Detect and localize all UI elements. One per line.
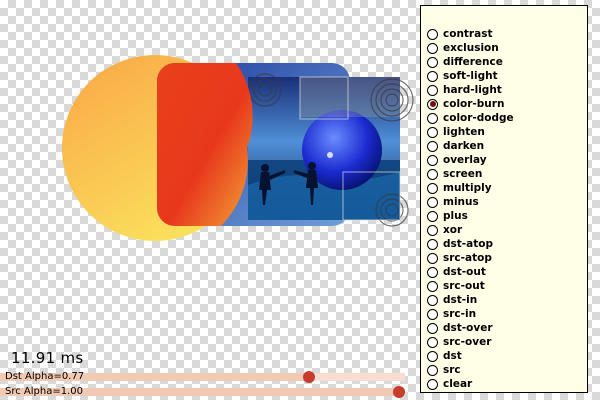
radio-button-icon[interactable] (427, 294, 438, 306)
mode-option-label: exclusion (443, 42, 499, 54)
radio-button-icon[interactable] (427, 154, 438, 166)
compositing-canvas (62, 55, 414, 241)
mode-option-dst[interactable]: dst (421, 349, 587, 363)
radio-button-icon[interactable] (427, 252, 438, 264)
mode-option-dst-out[interactable]: dst-out (421, 265, 587, 279)
radio-button-icon[interactable] (427, 140, 438, 152)
mode-option-overlay[interactable]: overlay (421, 153, 587, 167)
mode-option-label: xor (443, 224, 463, 236)
mode-option-label: src-out (443, 280, 485, 292)
mode-option-soft-light[interactable]: soft-light (421, 69, 587, 83)
radio-button-icon[interactable] (427, 28, 438, 40)
mode-option-label: src-atop (443, 252, 492, 264)
mode-option-label: dst-in (443, 294, 478, 306)
mode-option-dst-atop[interactable]: dst-atop (421, 237, 587, 251)
dst-alpha-handle[interactable] (302, 371, 315, 383)
mode-option-label: lighten (443, 126, 485, 138)
radio-button-icon[interactable] (427, 84, 438, 96)
mode-option-label: hard-light (443, 84, 502, 96)
burn-overlap (157, 63, 253, 226)
mode-option-label: contrast (443, 28, 493, 40)
mode-option-label: color-dodge (443, 112, 514, 124)
mode-option-darken[interactable]: darken (421, 139, 587, 153)
mode-option-dst-over[interactable]: dst-over (421, 321, 587, 335)
radio-button-icon[interactable] (427, 350, 438, 362)
mode-option-src[interactable]: src (421, 363, 587, 377)
mode-option-label: clear (443, 378, 473, 390)
radio-button-icon[interactable] (427, 98, 438, 110)
mode-option-label: multiply (443, 182, 492, 194)
mode-option-label: src-over (443, 336, 492, 348)
mode-option-dst-in[interactable]: dst-in (421, 293, 587, 307)
mode-option-exclusion[interactable]: exclusion (421, 41, 587, 55)
frame-time-readout: 11.91 ms (11, 349, 84, 367)
mode-option-label: overlay (443, 154, 487, 166)
mode-option-minus[interactable]: minus (421, 195, 587, 209)
mode-option-label: minus (443, 196, 479, 208)
mode-option-color-dodge[interactable]: color-dodge (421, 111, 587, 125)
mode-option-label: dst (443, 350, 462, 362)
radio-button-icon[interactable] (427, 266, 438, 278)
mode-option-label: src (443, 364, 461, 376)
mode-option-label: screen (443, 168, 483, 180)
mode-option-difference[interactable]: difference (421, 55, 587, 69)
mode-option-plus[interactable]: plus (421, 209, 587, 223)
radio-button-icon[interactable] (427, 196, 438, 208)
radio-button-icon[interactable] (427, 224, 438, 236)
radio-button-icon[interactable] (427, 308, 438, 320)
mode-option-src-over[interactable]: src-over (421, 335, 587, 349)
radio-button-icon[interactable] (427, 70, 438, 82)
mode-option-label: darken (443, 140, 485, 152)
radio-button-icon[interactable] (427, 126, 438, 138)
radio-button-icon[interactable] (427, 56, 438, 68)
mode-option-lighten[interactable]: lighten (421, 125, 587, 139)
mode-option-src-out[interactable]: src-out (421, 279, 587, 293)
src-alpha-label: Src Alpha=1.00 (5, 386, 83, 397)
radio-button-icon[interactable] (427, 112, 438, 124)
mode-option-label: plus (443, 210, 468, 222)
mode-option-contrast[interactable]: contrast (421, 27, 587, 41)
mode-option-xor[interactable]: xor (421, 223, 587, 237)
mode-option-label: src-in (443, 308, 477, 320)
mode-option-label: soft-light (443, 70, 498, 82)
mode-option-src-in[interactable]: src-in (421, 307, 587, 321)
mode-option-color-burn[interactable]: color-burn (421, 97, 587, 111)
mode-option-label: dst-out (443, 266, 486, 278)
mode-option-multiply[interactable]: multiply (421, 181, 587, 195)
scene-image (248, 73, 414, 227)
mode-option-label: color-burn (443, 98, 505, 110)
dst-alpha-label: Dst Alpha=0.77 (5, 371, 85, 382)
radio-button-icon[interactable] (427, 280, 438, 292)
mode-option-hard-light[interactable]: hard-light (421, 83, 587, 97)
radio-button-icon[interactable] (427, 210, 438, 222)
radio-button-icon[interactable] (427, 42, 438, 54)
mode-option-label: dst-over (443, 322, 493, 334)
mode-option-label: difference (443, 56, 503, 68)
radio-button-icon[interactable] (427, 336, 438, 348)
mode-option-clear[interactable]: clear (421, 377, 587, 391)
mode-option-screen[interactable]: screen (421, 167, 587, 181)
blend-mode-panel: contrast exclusion difference soft-light har… (420, 5, 588, 393)
radio-button-icon[interactable] (427, 364, 438, 376)
mode-option-src-atop[interactable]: src-atop (421, 251, 587, 265)
dst-alpha-slider[interactable]: Dst Alpha=0.77 (0, 370, 405, 384)
radio-button-icon[interactable] (427, 182, 438, 194)
radio-button-icon[interactable] (427, 378, 438, 390)
radio-button-icon[interactable] (427, 238, 438, 250)
src-alpha-handle[interactable] (393, 386, 405, 398)
radio-button-icon[interactable] (427, 168, 438, 180)
src-alpha-slider[interactable]: Src Alpha=1.00 (0, 385, 405, 399)
radio-button-icon[interactable] (427, 322, 438, 334)
mode-option-label: dst-atop (443, 238, 493, 250)
